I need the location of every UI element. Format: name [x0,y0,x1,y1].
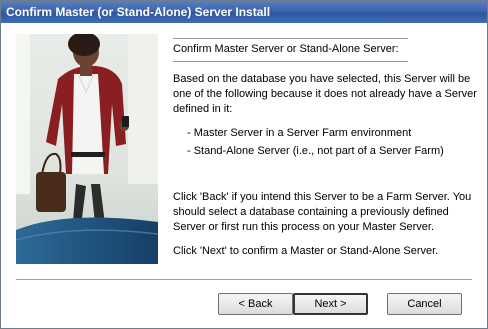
title-bar: Confirm Master (or Stand-Alone) Server I… [1,1,487,23]
side-illustration [16,34,158,264]
dialog-body: Confirm Master Server or Stand-Alone Ser… [1,23,487,328]
installer-dialog: Confirm Master (or Stand-Alone) Server I… [0,0,488,329]
button-separator-line [16,279,472,281]
option-master-server: - Master Server in a Server Farm environ… [187,127,412,139]
panel-header: Confirm Master Server or Stand-Alone Ser… [173,43,399,55]
top-separator-line [173,38,408,39]
next-instruction-paragraph: Click 'Next' to confirm a Master or Stan… [173,245,439,257]
option-stand-alone-server: - Stand-Alone Server (i.e., not part of … [187,145,444,157]
header-separator-line [173,61,408,62]
intro-paragraph: Based on the database you have selected,… [173,73,477,115]
back-button[interactable]: < Back [218,293,293,315]
next-button[interactable]: Next > [293,293,368,315]
instruction-text-panel: Confirm Master Server or Stand-Alone Ser… [173,38,478,259]
cancel-button[interactable]: Cancel [387,293,462,315]
back-instruction-paragraph: Click 'Back' if you intend this Server t… [173,191,472,233]
